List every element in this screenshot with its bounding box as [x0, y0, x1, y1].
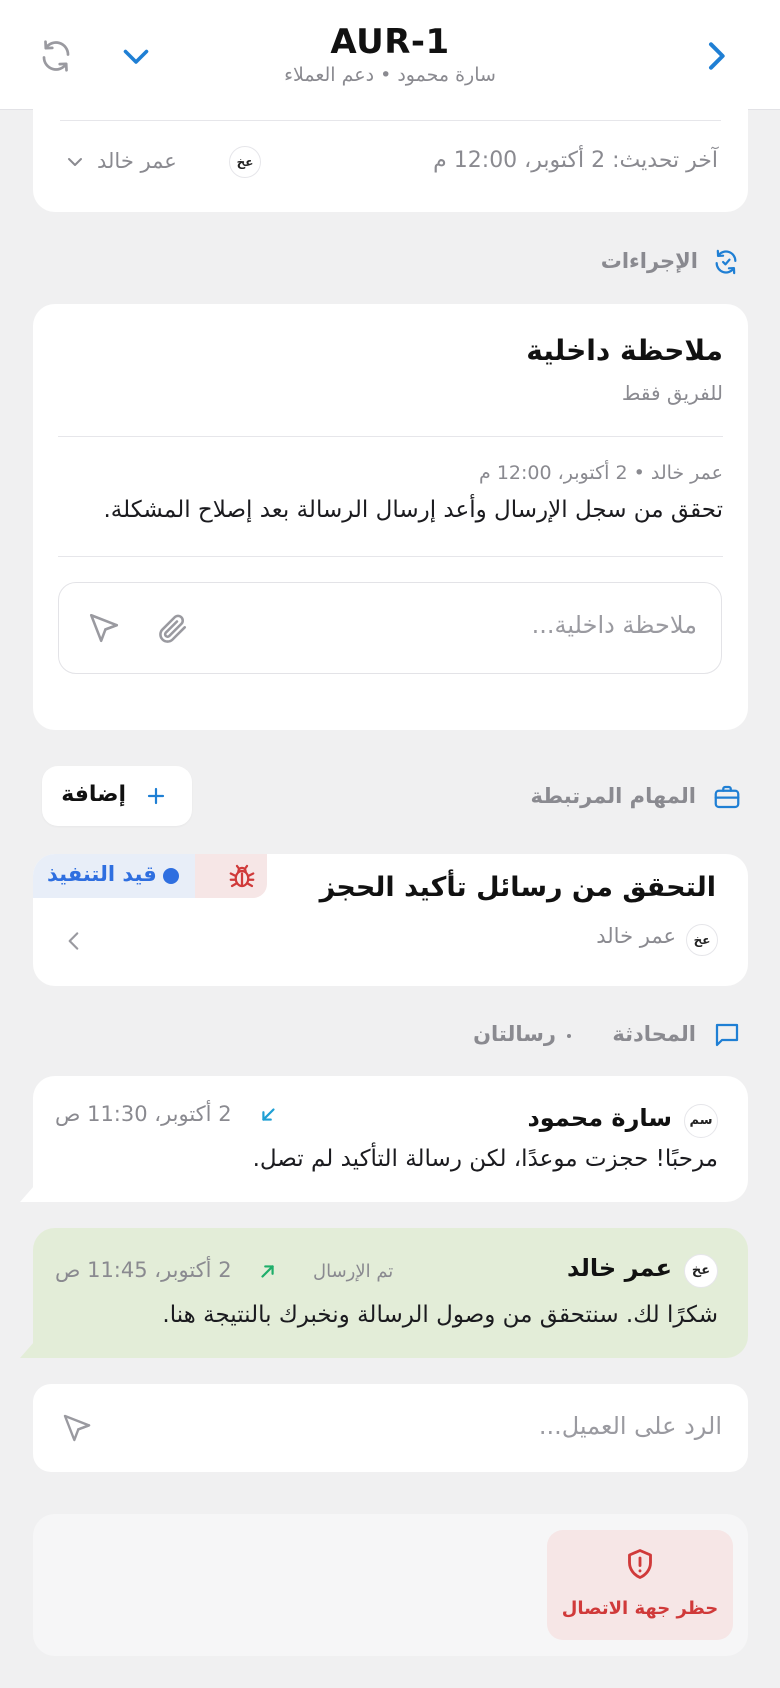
shield-alert-icon: [622, 1546, 658, 1582]
assignee-selector[interactable]: عمر خالد عخ: [63, 142, 293, 182]
message-incoming: سم سارة محمود 2 أكتوبر، 11:30 ص مرحبًا! …: [33, 1076, 748, 1202]
outgoing-arrow-icon: [257, 1260, 279, 1282]
bubble-tail: [20, 1186, 34, 1202]
plus-icon: [144, 784, 168, 808]
avatar: عخ: [229, 146, 261, 178]
bug-icon: [227, 861, 257, 891]
block-contact-button[interactable]: حظر جهة الاتصال: [547, 1530, 733, 1640]
divider: [58, 556, 723, 557]
assignee-name: عمر خالد: [97, 149, 177, 173]
send-icon[interactable]: [61, 1412, 93, 1444]
top-bar: AUR-1 سارة محمود • دعم العملاء: [0, 0, 780, 110]
divider: [58, 436, 723, 437]
add-task-button[interactable]: إضافة: [42, 766, 192, 826]
incoming-arrow-icon: [257, 1104, 279, 1126]
chevron-right-icon[interactable]: [696, 36, 736, 76]
internal-note-card: ملاحظة داخلية للفريق فقط عمر خالد • 2 أك…: [33, 304, 748, 730]
internal-note-input[interactable]: ملاحظة داخلية...: [58, 582, 722, 674]
ticket-info-card: آخر تحديث: 2 أكتوبر، 12:00 م عمر خالد عخ: [33, 100, 748, 212]
internal-note-placeholder: ملاحظة داخلية...: [531, 611, 697, 639]
ticket-title: AUR-1: [330, 22, 450, 62]
status-label: قيد التنفيذ: [47, 862, 157, 886]
last-update-text: آخر تحديث: 2 أكتوبر، 12:00 م: [433, 148, 718, 173]
internal-note-subtitle: للفريق فقط: [621, 381, 723, 405]
chat-icon: [712, 1020, 742, 1050]
message-status: تم الإرسال: [313, 1261, 394, 1282]
paperclip-icon[interactable]: [155, 611, 189, 645]
bubble-tail: [20, 1342, 34, 1358]
chevron-down-icon: [63, 150, 87, 174]
conversation-title: المحادثة: [612, 1022, 696, 1046]
message-time: 2 أكتوبر، 11:45 ص: [55, 1258, 232, 1282]
message-outgoing: عخ عمر خالد تم الإرسال 2 أكتوبر، 11:45 ص…: [33, 1228, 748, 1358]
bug-badge: [195, 854, 267, 898]
linked-tasks-title: المهام المرتبطة: [530, 784, 697, 808]
avatar: عخ: [684, 1254, 718, 1288]
avatar: سم: [684, 1104, 718, 1138]
reply-input[interactable]: الرد على العميل...: [33, 1384, 748, 1472]
ticket-subtitle: سارة محمود • دعم العملاء: [284, 64, 496, 86]
briefcase-icon: [712, 782, 742, 812]
divider: [60, 120, 721, 121]
status-dot: [163, 868, 179, 884]
task-title: التحقق من رسائل تأكيد الحجز: [319, 872, 716, 903]
message-sender: سارة محمود: [527, 1104, 672, 1132]
sync-icon: [712, 248, 740, 276]
block-contact-label: حظر جهة الاتصال: [561, 1598, 719, 1619]
internal-note-title: ملاحظة داخلية: [526, 334, 723, 367]
note-meta: عمر خالد • 2 أكتوبر، 12:00 م: [479, 462, 723, 484]
chevron-left-icon[interactable]: [61, 928, 87, 954]
bottom-actions-panel: حظر جهة الاتصال: [33, 1514, 748, 1656]
message-text: شكرًا لك. سنتحقق من وصول الرسالة ونخبرك …: [162, 1302, 718, 1328]
avatar: عخ: [686, 924, 718, 956]
add-task-label: إضافة: [61, 782, 126, 807]
separator-dot: [567, 1034, 571, 1038]
note-text: تحقق من سجل الإرسال وأعد إرسال الرسالة ب…: [103, 497, 723, 523]
linked-task-card[interactable]: قيد التنفيذ التحقق من رسائل تأكيد الحجز …: [33, 854, 748, 986]
conversation-count: رسالتان: [473, 1022, 556, 1046]
task-assignee-name: عمر خالد: [596, 924, 676, 948]
actions-section-title: الإجراءات: [600, 249, 698, 273]
message-sender: عمر خالد: [567, 1254, 672, 1282]
message-time: 2 أكتوبر، 11:30 ص: [55, 1102, 232, 1126]
reply-placeholder: الرد على العميل...: [538, 1412, 722, 1440]
message-text: مرحبًا! حجزت موعدًا، لكن رسالة التأكيد ل…: [252, 1146, 718, 1172]
send-icon[interactable]: [87, 611, 121, 645]
